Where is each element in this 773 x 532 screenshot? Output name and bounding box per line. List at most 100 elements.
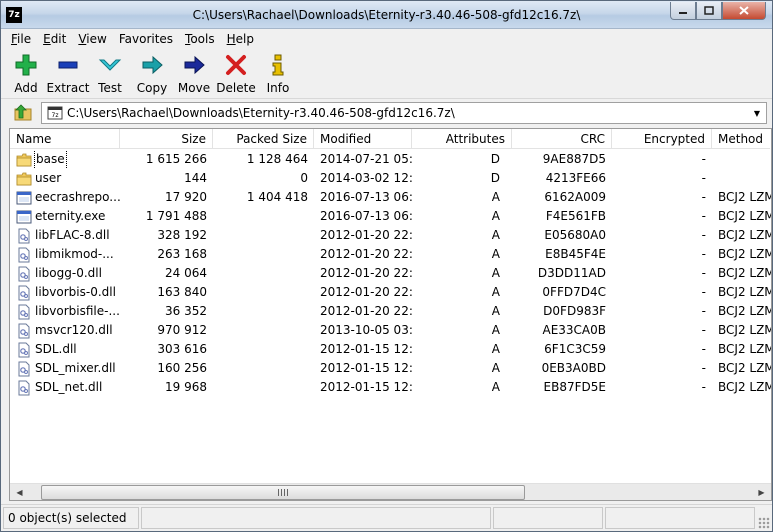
- file-name-cell: libvorbis-0.dll: [10, 283, 120, 302]
- file-row[interactable]: msvcr120.dll 970 912 2013-10-05 03:38 A AE33…: [10, 321, 771, 340]
- dll-icon: [18, 361, 30, 376]
- file-modified: 2014-07-21 05:47: [320, 152, 412, 166]
- resize-grip[interactable]: [758, 517, 770, 529]
- scroll-grip: [278, 489, 288, 496]
- menu-view[interactable]: View: [72, 29, 112, 49]
- test-button[interactable]: Test: [89, 49, 131, 98]
- file-modified: 2014-03-02 12:41: [320, 171, 412, 185]
- file-method: BCJ2 LZM: [718, 266, 772, 280]
- file-row[interactable]: libogg-0.dll 24 064 2012-01-20 22:01 A D3DD1…: [10, 264, 772, 283]
- file-attributes: A: [491, 285, 500, 299]
- file-name-cell: SDL_net.dll: [10, 378, 120, 397]
- file-row[interactable]: base 1 615 266 1 128 464 2014-07-21 05:47 D 9…: [10, 150, 770, 169]
- column-name[interactable]: Name: [10, 129, 120, 149]
- column-encrypted[interactable]: Encrypted: [612, 129, 712, 149]
- file-size: 144: [184, 171, 207, 185]
- file-name: libogg-0.dll: [35, 266, 102, 280]
- minimize-button[interactable]: [670, 2, 696, 20]
- column-modified[interactable]: Modified: [314, 129, 412, 149]
- file-packed-size: [213, 264, 314, 283]
- menu-help[interactable]: Help: [221, 29, 260, 49]
- address-bar[interactable]: 7z C:\Users\Rachael\Downloads\Eternity-r…: [41, 102, 767, 124]
- check-chevron-icon: [98, 59, 122, 71]
- file-modified: 2012-01-20 22:01: [320, 228, 412, 242]
- file-attributes: D: [490, 152, 500, 166]
- up-folder-button[interactable]: [11, 104, 33, 122]
- delete-x-icon: [226, 55, 246, 75]
- file-row[interactable]: libFLAC-8.dll 328 192 2012-01-20 22:01 A E05…: [10, 226, 772, 245]
- file-row[interactable]: eternity.exe 1 791 488 2016-07-13 06:17 A F4…: [10, 207, 771, 226]
- file-row[interactable]: eecrashrepo... 17 920 1 404 418 2016-07-13 …: [10, 188, 771, 207]
- file-method: BCJ2 LZM: [718, 247, 772, 261]
- window-controls: [670, 2, 766, 20]
- file-size: 1 791 488: [145, 209, 207, 223]
- dll-icon: [18, 285, 30, 300]
- maximize-button[interactable]: [696, 2, 722, 20]
- file-crc: 0FFD7D4C: [542, 285, 606, 299]
- file-attributes: A: [491, 380, 500, 394]
- column-attributes[interactable]: Attributes: [412, 129, 512, 149]
- extract-button[interactable]: Extract: [47, 49, 90, 98]
- move-button[interactable]: Move: [173, 49, 215, 98]
- minus-icon: [58, 61, 78, 69]
- file-packed-size: 0: [300, 171, 308, 185]
- column-packed-size[interactable]: Packed Size: [213, 129, 314, 149]
- file-method: BCJ2 LZM: [718, 342, 772, 356]
- minimize-icon: [679, 11, 687, 14]
- column-method[interactable]: Method: [712, 129, 771, 149]
- file-name: SDL_mixer.dll: [35, 361, 116, 375]
- menu-tools[interactable]: Tools: [179, 29, 221, 49]
- file-name-cell: libmikmod-...: [10, 245, 120, 264]
- file-row[interactable]: user 144 0 2014-03-02 12:41 D 4213FE66 -: [10, 169, 770, 188]
- column-size[interactable]: Size: [120, 129, 213, 149]
- file-name: libFLAC-8.dll: [35, 228, 110, 242]
- file-modified: 2016-07-13 06:17: [320, 209, 412, 223]
- file-encrypted: -: [701, 190, 706, 204]
- selection-status: 0 object(s) selected: [3, 507, 139, 529]
- file-row[interactable]: libvorbisfile-... 36 352 2012-01-20 22:01 A…: [10, 302, 771, 321]
- file-crc: 4213FE66: [545, 171, 606, 185]
- add-button[interactable]: Add: [5, 49, 47, 98]
- file-packed-size: 1 128 464: [246, 152, 308, 166]
- file-row[interactable]: libvorbis-0.dll 163 840 2012-01-20 22:01 A 0…: [10, 283, 771, 302]
- scroll-thumb[interactable]: [41, 485, 525, 500]
- file-row[interactable]: SDL_net.dll 19 968 2012-01-15 12:50 A EB87FD…: [10, 378, 771, 397]
- plus-icon: [15, 54, 37, 76]
- column-crc[interactable]: CRC: [512, 129, 612, 149]
- file-encrypted: -: [701, 304, 706, 318]
- file-size: 24 064: [165, 266, 207, 280]
- copy-arrow-icon: [142, 55, 163, 75]
- close-button[interactable]: [722, 2, 766, 20]
- file-crc: D0FD983F: [543, 304, 606, 318]
- horizontal-scrollbar[interactable]: ◀ ▶: [10, 483, 771, 500]
- file-attributes: A: [491, 228, 500, 242]
- file-list[interactable]: Name Size Packed Size Modified Attribute…: [9, 128, 772, 501]
- info-button[interactable]: Info: [257, 49, 299, 98]
- file-modified: 2013-10-05 03:38: [320, 323, 412, 337]
- scroll-right-icon[interactable]: ▶: [753, 485, 770, 500]
- title-bar[interactable]: 7z C:\Users\Rachael\Downloads\Eternity-r…: [1, 1, 772, 29]
- file-modified: 2012-01-20 22:01: [320, 304, 412, 318]
- copy-button[interactable]: Copy: [131, 49, 173, 98]
- file-row[interactable]: SDL.dll 303 616 2012-01-15 12:49 A 6F1C3C59 -…: [10, 340, 772, 359]
- menu-bar: File Edit View Favorites Tools Help: [1, 29, 772, 49]
- menu-edit[interactable]: Edit: [37, 29, 72, 49]
- file-row[interactable]: libmikmod-... 263 168 2012-01-20 22:01 A E8B…: [10, 245, 772, 264]
- svg-text:7z: 7z: [52, 112, 59, 119]
- file-method: BCJ2 LZM: [718, 228, 772, 242]
- menu-favorites[interactable]: Favorites: [113, 29, 179, 49]
- scroll-left-icon[interactable]: ◀: [11, 485, 28, 500]
- address-row: 7z C:\Users\Rachael\Downloads\Eternity-r…: [1, 100, 772, 126]
- file-encrypted: -: [701, 285, 706, 299]
- close-icon: [739, 6, 749, 15]
- file-encrypted: -: [701, 152, 706, 166]
- menu-file[interactable]: File: [5, 29, 37, 49]
- file-name-cell: msvcr120.dll: [10, 321, 120, 340]
- file-size: 328 192: [157, 228, 207, 242]
- delete-button[interactable]: Delete: [215, 49, 257, 98]
- file-row[interactable]: SDL_mixer.dll 160 256 2012-01-15 12:50 A 0EB…: [10, 359, 771, 378]
- file-size: 17 920: [165, 190, 207, 204]
- file-name: libvorbisfile-...: [35, 304, 120, 318]
- file-crc: 0EB3A0BD: [541, 361, 606, 375]
- address-dropdown-icon[interactable]: ▼: [749, 104, 765, 122]
